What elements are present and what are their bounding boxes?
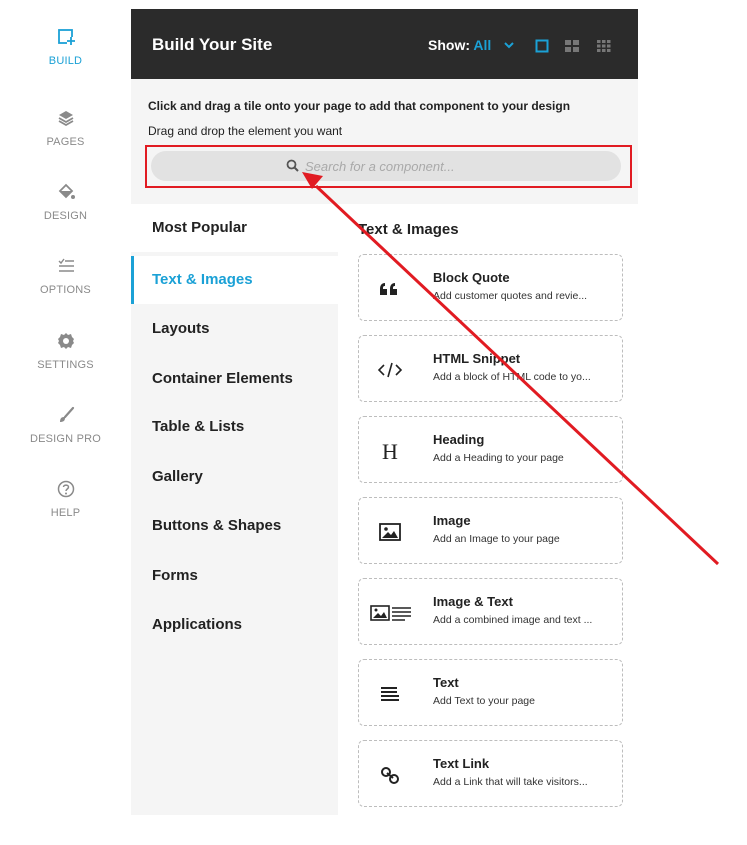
tile-image[interactable]: Image Add an Image to your page bbox=[358, 497, 623, 564]
tile-block-quote[interactable]: Block Quote Add customer quotes and revi… bbox=[358, 254, 623, 321]
heading-icon: H bbox=[382, 439, 398, 463]
rail-item-design-pro[interactable]: DESIGN PRO bbox=[0, 405, 131, 447]
tile-name: Text Link bbox=[433, 756, 490, 771]
options-list-icon bbox=[58, 258, 74, 272]
tile-name: Block Quote bbox=[433, 270, 510, 285]
category-forms[interactable]: Forms bbox=[131, 552, 338, 600]
tile-description: Add a combined image and text ... bbox=[433, 614, 593, 626]
category-layouts[interactable]: Layouts bbox=[131, 305, 338, 353]
tile-name: Image & Text bbox=[433, 594, 513, 609]
tile-html-snippet[interactable]: HTML Snippet Add a block of HTML code to… bbox=[358, 335, 623, 402]
category-label: Table & Lists bbox=[152, 418, 245, 435]
help-icon bbox=[57, 480, 74, 498]
section-title: Text & Images bbox=[358, 221, 459, 238]
tile-text-link[interactable]: Text Link Add a Link that will take visi… bbox=[358, 740, 623, 807]
category-label: Gallery bbox=[152, 468, 203, 485]
instruction-primary: Click and drag a tile onto your page to … bbox=[148, 99, 571, 113]
instructions-area: Click and drag a tile onto your page to … bbox=[131, 79, 638, 204]
paint-bucket-icon bbox=[58, 183, 75, 199]
brush-icon bbox=[59, 406, 74, 422]
text-lines-icon bbox=[381, 687, 399, 701]
search-input[interactable] bbox=[305, 156, 605, 176]
rail-label: PAGES bbox=[46, 136, 85, 148]
image-icon bbox=[379, 523, 401, 541]
tile-name: Image bbox=[433, 513, 471, 528]
pages-icon bbox=[58, 111, 73, 127]
rail-item-settings[interactable]: SETTINGS bbox=[0, 331, 131, 373]
category-label: Forms bbox=[152, 567, 198, 584]
search-icon bbox=[286, 159, 299, 172]
link-icon bbox=[381, 767, 399, 784]
gear-icon bbox=[57, 333, 74, 349]
category-container-elements[interactable]: Container Elements bbox=[131, 355, 338, 403]
rail-label: HELP bbox=[50, 507, 81, 519]
search-box[interactable] bbox=[151, 151, 621, 181]
quote-icon bbox=[380, 283, 397, 295]
component-tiles-panel: Text & Images Block Quote Add customer q… bbox=[338, 204, 638, 815]
category-gallery[interactable]: Gallery bbox=[131, 453, 338, 501]
svg-text:H: H bbox=[382, 439, 398, 463]
tile-description: Add a Heading to your page bbox=[433, 452, 564, 464]
image-text-icon bbox=[370, 605, 411, 621]
category-label: Most Popular bbox=[152, 219, 248, 236]
category-text-images[interactable]: Text & Images bbox=[131, 256, 338, 304]
code-icon bbox=[377, 362, 403, 378]
category-table-lists[interactable]: Table & Lists bbox=[131, 403, 338, 451]
tile-description: Add an Image to your page bbox=[433, 533, 560, 545]
rail-label: BUILD bbox=[48, 55, 83, 67]
category-label: Container Elements bbox=[152, 370, 293, 387]
tile-description: Add Text to your page bbox=[433, 695, 535, 707]
build-icon bbox=[57, 29, 75, 45]
grid-3x3-icon[interactable] bbox=[597, 39, 611, 53]
tile-image-text[interactable]: Image & Text Add a combined image and te… bbox=[358, 578, 623, 645]
rail-label: SETTINGS bbox=[37, 359, 94, 371]
rail-label: DESIGN PRO bbox=[29, 433, 102, 445]
chevron-down-icon[interactable] bbox=[504, 42, 514, 49]
show-value: All bbox=[473, 37, 492, 53]
rail-item-options[interactable]: OPTIONS bbox=[0, 256, 131, 298]
category-buttons-shapes[interactable]: Buttons & Shapes bbox=[131, 502, 338, 550]
single-view-icon[interactable] bbox=[535, 39, 549, 53]
tile-name: Heading bbox=[433, 432, 485, 447]
grid-2x2-icon[interactable] bbox=[565, 39, 579, 53]
show-label: Show: bbox=[428, 37, 470, 53]
rail-item-build[interactable]: BUILD bbox=[0, 27, 131, 69]
panel-header: Build Your Site Show: All bbox=[131, 9, 638, 79]
left-nav-rail: BUILD PAGES DESIGN OPTIONS SETTINGS DESI… bbox=[0, 0, 131, 845]
category-label: Layouts bbox=[152, 320, 210, 337]
category-label: Buttons & Shapes bbox=[152, 517, 282, 534]
category-label: Applications bbox=[152, 616, 243, 633]
rail-item-design[interactable]: DESIGN bbox=[0, 182, 131, 224]
rail-item-help[interactable]: HELP bbox=[0, 479, 131, 521]
tile-description: Add a block of HTML code to yo... bbox=[433, 371, 591, 383]
tile-text[interactable]: Text Add Text to your page bbox=[358, 659, 623, 726]
category-most-popular[interactable]: Most Popular bbox=[131, 204, 338, 252]
show-filter-dropdown[interactable]: Show: All bbox=[428, 37, 491, 53]
category-applications[interactable]: Applications bbox=[131, 601, 338, 649]
rail-label: DESIGN bbox=[43, 210, 88, 222]
tile-description: Add a Link that will take visitors... bbox=[433, 776, 588, 788]
panel-title: Build Your Site bbox=[152, 35, 273, 54]
tile-name: HTML Snippet bbox=[433, 351, 521, 366]
tile-heading[interactable]: H Heading Add a Heading to your page bbox=[358, 416, 623, 483]
tile-description: Add customer quotes and revie... bbox=[433, 290, 588, 302]
rail-item-pages[interactable]: PAGES bbox=[0, 108, 131, 150]
rail-label: OPTIONS bbox=[40, 284, 91, 296]
instruction-secondary: Drag and drop the element you want bbox=[148, 124, 343, 138]
category-list: Most Popular Text & Images Layouts Conta… bbox=[131, 204, 338, 815]
category-label: Text & Images bbox=[152, 271, 253, 288]
tile-name: Text bbox=[433, 675, 459, 690]
